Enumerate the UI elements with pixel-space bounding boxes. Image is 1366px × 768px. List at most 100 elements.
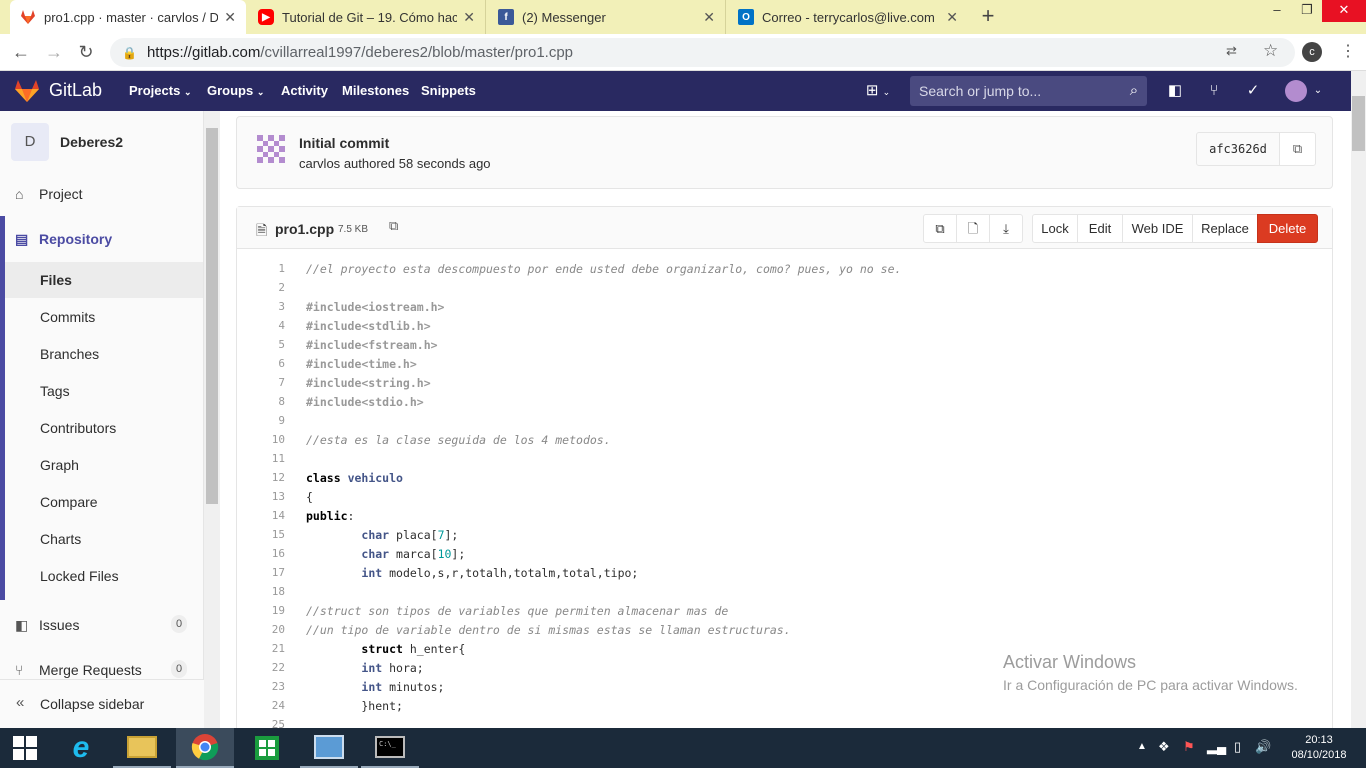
collapse-sidebar-button[interactable]: « Collapse sidebar <box>0 679 204 728</box>
line-number[interactable]: 20 <box>237 623 285 636</box>
line-number[interactable]: 12 <box>237 471 285 484</box>
menu-kebab-icon[interactable]: ⋮ <box>1340 41 1356 61</box>
show-hidden-icons-icon[interactable]: ▲ <box>1137 741 1147 752</box>
author-avatar[interactable] <box>255 133 287 165</box>
flag-alert-icon[interactable]: ⚑ <box>1183 739 1195 755</box>
internet-explorer-icon[interactable]: e <box>52 728 110 768</box>
close-tab-icon[interactable]: ✕ <box>463 9 475 26</box>
line-number[interactable]: 18 <box>237 585 285 598</box>
search-icon[interactable]: ⌕ <box>1124 81 1144 101</box>
replace-button[interactable]: Replace <box>1192 214 1258 243</box>
sidebar-item-merge-requests[interactable]: ⑂ Merge Requests 0 <box>0 660 204 678</box>
line-number[interactable]: 21 <box>237 642 285 655</box>
line-number[interactable]: 16 <box>237 547 285 560</box>
project-name[interactable]: Deberes2 <box>60 134 123 150</box>
new-plus-icon[interactable]: ⊞ ⌄ <box>862 81 894 101</box>
todo-check-icon[interactable]: ✓ <box>1243 81 1263 101</box>
line-number[interactable]: 23 <box>237 680 285 693</box>
sidebar-subitem-graph[interactable]: Graph <box>0 457 204 473</box>
chrome-icon[interactable] <box>176 728 234 768</box>
sidebar-subitem-branches[interactable]: Branches <box>0 346 204 362</box>
sidebar-item-project[interactable]: ⌂ Project <box>0 186 204 202</box>
page-scrollbar[interactable] <box>1351 71 1366 728</box>
gitlab-logo-icon[interactable] <box>14 79 40 103</box>
line-number[interactable]: 11 <box>237 452 285 465</box>
sidebar-scrollbar-thumb[interactable] <box>206 128 218 504</box>
line-number[interactable]: 6 <box>237 357 285 370</box>
line-number[interactable]: 15 <box>237 528 285 541</box>
line-number[interactable]: 4 <box>237 319 285 332</box>
forward-arrow-icon[interactable]: → <box>43 42 65 63</box>
tab-messenger[interactable]: f (2) Messenger ✕ <box>488 0 726 34</box>
translate-icon[interactable]: ⇄ <box>1226 43 1237 59</box>
line-number[interactable]: 13 <box>237 490 285 503</box>
nav-activity[interactable]: Activity <box>281 83 328 98</box>
close-window-button[interactable]: ✕ <box>1322 0 1366 22</box>
sidebar-item-issues[interactable]: ◧ Issues 0 <box>0 615 204 633</box>
line-number[interactable]: 14 <box>237 509 285 522</box>
tab-outlook[interactable]: O Correo - terrycarlos@live.com ✕ <box>728 0 968 34</box>
back-arrow-icon[interactable]: ← <box>10 42 32 63</box>
commit-author[interactable]: carvlos <box>299 156 340 171</box>
sidebar-subitem-compare[interactable]: Compare <box>0 494 204 510</box>
delete-button[interactable]: Delete <box>1257 214 1318 243</box>
windows-start-icon[interactable] <box>0 728 50 768</box>
line-number[interactable]: 9 <box>237 414 285 427</box>
page-scrollbar-thumb[interactable] <box>1352 96 1365 151</box>
copy-sha-icon[interactable]: ⧉ <box>1279 132 1316 166</box>
line-number[interactable]: 10 <box>237 433 285 446</box>
control-panel-icon[interactable] <box>300 728 358 768</box>
sidebar-item-repository[interactable]: ▤ Repository <box>0 231 204 247</box>
commit-title[interactable]: Initial commit <box>299 135 389 151</box>
lock-button[interactable]: Lock <box>1032 214 1078 243</box>
close-tab-icon[interactable]: ✕ <box>946 9 958 26</box>
copy-source-icon[interactable]: ⧉ <box>923 214 957 243</box>
commit-sha[interactable]: afc3626d <box>1196 132 1280 166</box>
line-number[interactable]: 19 <box>237 604 285 617</box>
command-prompt-icon[interactable]: C:\_ <box>361 728 419 768</box>
line-number[interactable]: 8 <box>237 395 285 408</box>
volume-icon[interactable]: 🔊 <box>1255 739 1271 755</box>
copy-path-icon[interactable]: ⧉ <box>389 218 398 234</box>
line-number[interactable]: 5 <box>237 338 285 351</box>
nav-projects[interactable]: Projects ⌄ <box>129 83 191 98</box>
tab-gitlab[interactable]: pro1.cpp · master · carvlos / Deberes2 ✕ <box>10 0 246 34</box>
minimize-button[interactable]: – <box>1262 0 1292 22</box>
line-number[interactable]: 1 <box>237 262 285 275</box>
line-number[interactable]: 3 <box>237 300 285 313</box>
edit-button[interactable]: Edit <box>1077 214 1123 243</box>
network-signal-icon[interactable]: ▂▄ <box>1207 739 1226 755</box>
line-number[interactable]: 22 <box>237 661 285 674</box>
code-view[interactable]: 1 //el proyecto esta descompuesto por end… <box>237 250 1332 730</box>
line-number[interactable]: 17 <box>237 566 285 579</box>
file-explorer-icon[interactable] <box>113 728 171 768</box>
reload-icon[interactable]: ↻ <box>75 42 97 63</box>
project-avatar[interactable]: D <box>11 123 49 161</box>
search-input[interactable]: Search or jump to... <box>910 76 1147 106</box>
battery-icon[interactable]: ▯ <box>1234 739 1241 755</box>
url-field[interactable]: 🔒 https://gitlab.com/cvillarreal1997/deb… <box>110 38 1295 67</box>
close-tab-icon[interactable]: ✕ <box>703 9 715 26</box>
line-number[interactable]: 24 <box>237 699 285 712</box>
line-number[interactable]: 2 <box>237 281 285 294</box>
restore-button[interactable]: ❐ <box>1292 0 1322 22</box>
bookmark-star-icon[interactable]: ☆ <box>1263 41 1278 61</box>
line-number[interactable]: 7 <box>237 376 285 389</box>
nav-milestones[interactable]: Milestones <box>342 83 409 98</box>
taskbar-clock[interactable]: 20:13 08/10/2018 <box>1283 733 1355 763</box>
sidebar-subitem-commits[interactable]: Commits <box>0 309 204 325</box>
dropbox-icon[interactable]: ❖ <box>1158 739 1170 755</box>
close-tab-icon[interactable]: ✕ <box>224 9 236 26</box>
user-avatar[interactable] <box>1285 80 1307 102</box>
sidebar-subitem-locked-files[interactable]: Locked Files <box>0 568 204 584</box>
store-icon[interactable] <box>238 728 296 768</box>
gitlab-brand[interactable]: GitLab <box>49 80 102 101</box>
sidebar-subitem-charts[interactable]: Charts <box>0 531 204 547</box>
sidebar-subitem-tags[interactable]: Tags <box>0 383 204 399</box>
new-tab-button[interactable]: + <box>976 4 1000 28</box>
download-icon[interactable]: ⤓ <box>989 214 1023 243</box>
profile-avatar[interactable]: c <box>1302 42 1322 62</box>
sidebar-subitem-files[interactable]: Files <box>0 272 204 288</box>
raw-file-icon[interactable]: 🗋 <box>956 214 990 243</box>
web-ide-button[interactable]: Web IDE <box>1122 214 1193 243</box>
